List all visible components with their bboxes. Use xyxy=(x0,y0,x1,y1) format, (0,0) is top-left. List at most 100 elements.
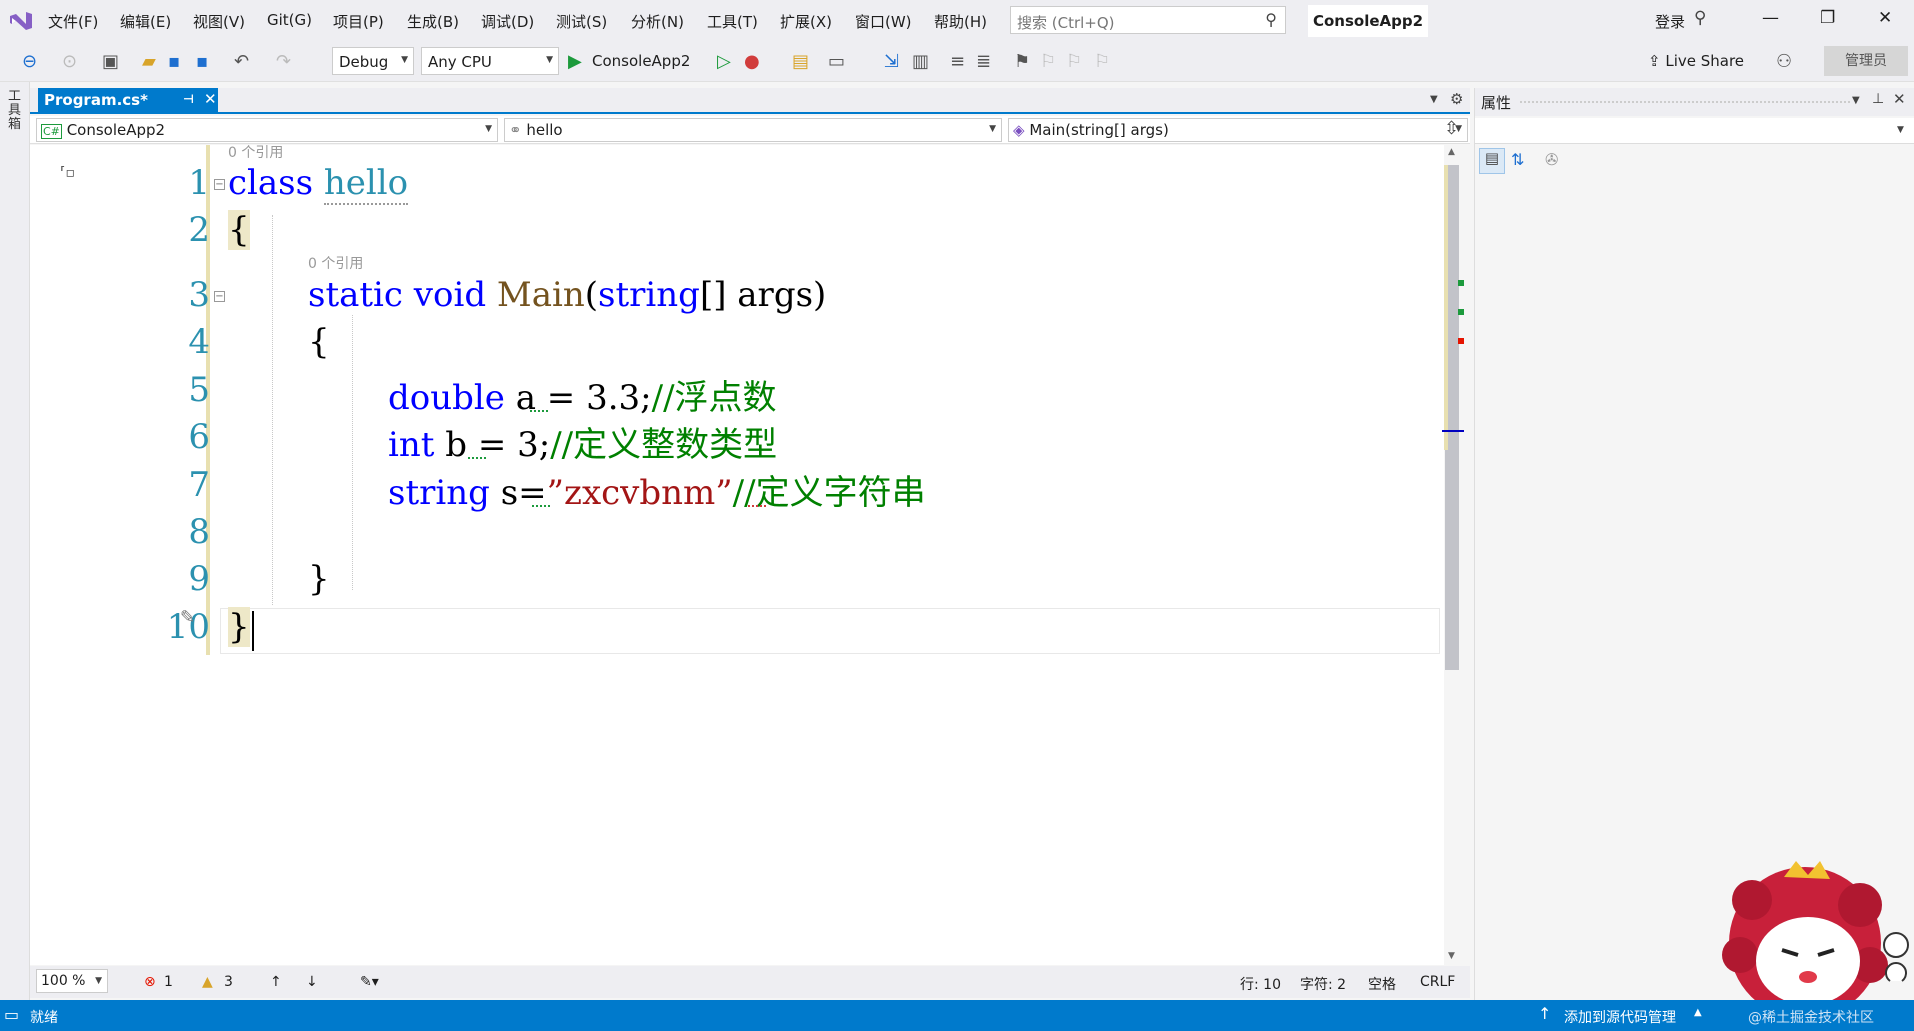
error-icon[interactable]: ⊗ xyxy=(144,974,156,990)
prev-bookmark-icon[interactable]: ⚐ xyxy=(1040,51,1056,72)
start-without-debug-icon[interactable]: ▷ xyxy=(717,51,731,72)
search-input[interactable]: 搜索 (Ctrl+Q) ⚲ xyxy=(1010,6,1286,34)
menu-build[interactable]: 生成(B) xyxy=(407,11,459,32)
code-line-6: int b = 3;//定义整数类型 xyxy=(388,417,777,466)
minimize-icon[interactable]: — xyxy=(1762,8,1779,28)
source-control-arrow-icon[interactable]: ↑ xyxy=(1538,1004,1551,1023)
properties-toolbar: ▤ ⇅ ✇ xyxy=(1475,146,1914,176)
code-line-3: static void Main(string[] args) xyxy=(308,275,826,315)
navigate-back-icon[interactable]: ⊖ xyxy=(22,51,37,72)
outdent-icon[interactable]: ≣ xyxy=(976,51,991,72)
bookmark-icon[interactable]: ⚑ xyxy=(1014,51,1030,72)
save-all-icon[interactable]: ▪ xyxy=(196,51,208,72)
refactor-lightbulb-icon[interactable]: ⸢▫ xyxy=(60,165,75,181)
chevron-up-icon[interactable]: ▲ xyxy=(1694,1007,1702,1018)
line-number: 3 xyxy=(188,275,210,315)
categorized-icon[interactable]: ▤ xyxy=(1479,148,1505,174)
chevron-down-icon: ▼ xyxy=(546,55,553,65)
code-cleanup-icon[interactable]: ✎▾ xyxy=(360,974,379,990)
start-debug-icon[interactable]: ▶ xyxy=(568,51,582,72)
bookmark-list-icon[interactable]: ▥ xyxy=(912,51,929,72)
chevron-down-icon: ▼ xyxy=(485,124,492,134)
restore-icon[interactable]: ❐ xyxy=(1820,8,1835,28)
pin-icon[interactable]: ⊣ xyxy=(183,92,194,106)
new-project-icon[interactable]: ▣ xyxy=(102,51,119,72)
configuration-select[interactable]: Debug ▼ xyxy=(332,47,414,75)
open-folder-icon[interactable]: ▰ xyxy=(142,51,156,72)
collapse-class-icon[interactable]: − xyxy=(214,179,225,190)
menu-edit[interactable]: 编辑(E) xyxy=(120,11,171,32)
layout-icon[interactable]: ▭ xyxy=(828,51,845,72)
split-editor-icon[interactable]: ⇳ xyxy=(1444,118,1459,139)
column-indicator[interactable]: 字符: 2 xyxy=(1300,974,1346,994)
add-to-source-control-button[interactable]: 添加到源代码管理 xyxy=(1564,1007,1676,1027)
account-icon[interactable]: ⚲ xyxy=(1694,8,1706,28)
menu-window[interactable]: 窗口(W) xyxy=(855,11,912,32)
menu-debug[interactable]: 调试(D) xyxy=(481,11,534,32)
toolbox-tab[interactable]: 工具箱 xyxy=(8,90,22,132)
solution-explorer-icon[interactable]: ▤ xyxy=(792,51,809,72)
output-window-icon[interactable]: ▭ xyxy=(4,1005,19,1024)
menu-view[interactable]: 视图(V) xyxy=(193,11,245,32)
feedback-icon[interactable]: ⚇ xyxy=(1776,51,1792,72)
close-window-icon[interactable]: ✕ xyxy=(1878,8,1892,28)
line-ending-indicator[interactable]: CRLF xyxy=(1420,974,1455,990)
error-count[interactable]: 1 xyxy=(164,974,173,990)
menu-extensions[interactable]: 扩展(X) xyxy=(780,11,832,32)
platform-select[interactable]: Any CPU ▼ xyxy=(421,47,559,75)
next-issue-icon[interactable]: ↓ xyxy=(306,974,318,990)
code-lens-references[interactable]: 0 个引用 xyxy=(228,142,283,162)
tab-program-cs[interactable]: Program.cs* ⊣ ✕ xyxy=(38,88,218,114)
close-brace: } xyxy=(228,607,250,647)
code-editor[interactable]: ⸢▫ − − 0 个引用 0 个引用 1 2 3 4 5 6 7 8 9 10 … xyxy=(30,145,1444,965)
tab-list-chevron-icon[interactable]: ▼ xyxy=(1430,94,1438,105)
clear-bookmarks-icon[interactable]: ⚐ xyxy=(1094,51,1110,72)
menu-file[interactable]: 文件(F) xyxy=(48,11,98,32)
navigate-forward-icon[interactable]: ⊙ xyxy=(62,51,77,72)
undo-icon[interactable]: ↶ xyxy=(234,51,249,72)
project-dropdown[interactable]: C# ConsoleApp2 ▼ xyxy=(36,118,498,142)
properties-object-select[interactable]: ▼ xyxy=(1475,118,1914,144)
gear-icon[interactable]: ⚙ xyxy=(1450,90,1463,108)
previous-issue-icon[interactable]: ↑ xyxy=(270,974,282,990)
hot-reload-icon[interactable]: ● xyxy=(744,51,760,72)
close-tab-icon[interactable]: ✕ xyxy=(204,90,217,108)
code-lens-references[interactable]: 0 个引用 xyxy=(308,253,363,273)
type-dropdown[interactable]: ⚭ hello ▼ xyxy=(504,118,1002,142)
next-bookmark-icon[interactable]: ⚐ xyxy=(1066,51,1082,72)
menu-tools[interactable]: 工具(T) xyxy=(707,11,758,32)
scroll-down-icon[interactable]: ▼ xyxy=(1448,951,1455,961)
wrench-icon[interactable]: ✇ xyxy=(1545,150,1558,169)
menu-analyze[interactable]: 分析(N) xyxy=(631,11,684,32)
indent-guide xyxy=(352,315,353,590)
run-target-button[interactable]: ConsoleApp2 xyxy=(592,52,690,70)
pin-icon[interactable]: ⊥ xyxy=(1872,91,1884,107)
close-panel-icon[interactable]: ✕ xyxy=(1893,90,1906,108)
code-line-10: } xyxy=(228,607,250,647)
warning-icon[interactable]: ▲ xyxy=(202,974,213,990)
panel-grip[interactable] xyxy=(1520,101,1850,103)
save-icon[interactable]: ▪ xyxy=(168,51,180,72)
redo-icon[interactable]: ↷ xyxy=(276,51,291,72)
warning-count[interactable]: 3 xyxy=(224,974,233,990)
chevron-down-icon: ▼ xyxy=(989,124,996,134)
indent-icon[interactable]: ≡ xyxy=(950,51,965,72)
collapse-method-icon[interactable]: − xyxy=(214,291,225,302)
member-dropdown[interactable]: ◈ Main(string[] args) ▼ xyxy=(1008,118,1468,142)
menu-project[interactable]: 项目(P) xyxy=(333,11,384,32)
scroll-up-icon[interactable]: ▲ xyxy=(1448,147,1455,157)
menu-test[interactable]: 测试(S) xyxy=(556,11,607,32)
menu-git[interactable]: Git(G) xyxy=(267,11,312,29)
quick-actions-brush-icon[interactable]: ✎ xyxy=(180,607,195,628)
line-indicator[interactable]: 行: 10 xyxy=(1240,974,1281,994)
visual-studio-logo-icon[interactable] xyxy=(8,8,34,34)
alphabetical-icon[interactable]: ⇅ xyxy=(1511,150,1524,169)
login-link[interactable]: 登录 xyxy=(1655,11,1685,32)
step-icon[interactable]: ⇲ xyxy=(884,51,899,72)
whitespace-indicator[interactable]: 空格 xyxy=(1368,974,1396,994)
panel-menu-chevron-icon[interactable]: ▼ xyxy=(1852,95,1860,106)
zoom-select[interactable]: 100 % ▼ xyxy=(36,969,108,993)
warning-marker xyxy=(1458,309,1464,315)
live-share-button[interactable]: ⇪ Live Share xyxy=(1648,52,1744,70)
menu-help[interactable]: 帮助(H) xyxy=(934,11,987,32)
